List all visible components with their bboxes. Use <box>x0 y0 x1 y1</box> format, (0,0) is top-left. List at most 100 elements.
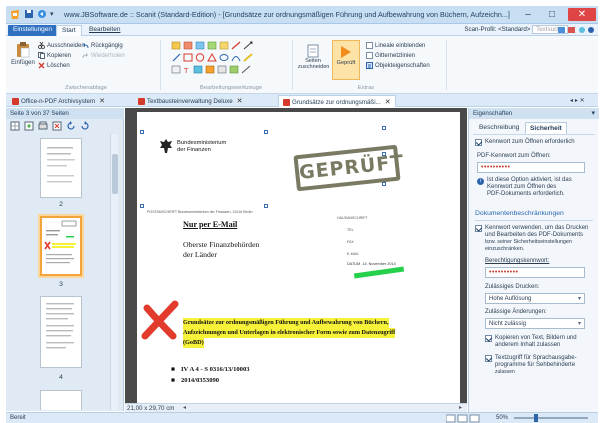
zoom-slider[interactable] <box>514 414 588 422</box>
close-tab-icon[interactable]: ✕ <box>237 98 243 105</box>
doc-tab-label: Office-n-PDF Archivsystem <box>21 98 96 105</box>
scan-profile-label: Scan-Profil: <box>464 26 497 33</box>
close-tab-icon[interactable]: ✕ <box>385 99 391 106</box>
reference-line-2: ■ 2014/0353090 <box>171 377 220 384</box>
minimize-button[interactable]: – <box>518 8 538 21</box>
screenreader-checkbox[interactable] <box>485 355 492 362</box>
selection-handle[interactable] <box>140 130 144 134</box>
thumbnail-scrollbar[interactable] <box>110 134 118 410</box>
thumbnail-panel: Seite 3 von 37 Seiten 2 3 4 <box>6 108 124 411</box>
paste-button[interactable]: Einfügen <box>10 42 36 76</box>
copy-line-2: anderem Inhalt zulassen <box>495 342 561 348</box>
redo-button[interactable]: Wiederholen <box>82 52 125 59</box>
scroll-right-icon[interactable]: ▸ <box>459 404 462 411</box>
open-password-required-label: Kennwort zum Öffnen erforderlich <box>485 139 575 145</box>
selection-handle[interactable] <box>382 182 386 186</box>
maximize-button[interactable]: □ <box>542 8 562 21</box>
date-value: 14. November 2014 <box>362 262 396 266</box>
delete-button[interactable]: Löschen <box>38 62 70 69</box>
scan-profile-value[interactable]: <Standard> <box>498 26 530 33</box>
copy-content-checkbox[interactable] <box>485 335 492 342</box>
grid-lines-toggle[interactable]: Gitternetzlinien <box>366 52 415 59</box>
thumb-scan-icon[interactable] <box>38 121 48 131</box>
scroll-left-icon[interactable]: ◂ <box>183 404 186 411</box>
recipient-line-1: Oberste Finanzbehörden <box>183 240 260 249</box>
tab-beschreibung[interactable]: Beschreibung <box>475 122 523 134</box>
view-mode-icons[interactable] <box>446 414 490 423</box>
thumb-rotate-right-icon[interactable] <box>80 121 90 131</box>
selection-handle[interactable] <box>140 204 144 208</box>
quick-access-chevron-icon[interactable]: ▾ <box>50 10 54 18</box>
reference-line-1: ■ IV A 4 - S 0316/13/10003 <box>171 366 250 373</box>
thumbnail-panel-header: Seite 3 von 37 Seiten <box>6 108 124 119</box>
info-line-3: PDF-Dokuments erforderlich. <box>487 191 565 197</box>
separator <box>446 40 447 90</box>
tab-bearbeiten[interactable]: Bearbeiten <box>84 25 125 36</box>
checked-label: Geprüft <box>336 60 356 66</box>
doc-tab-grundsaetze[interactable]: Grundsätze zur ordnungsmäßi... ✕ <box>278 95 396 107</box>
checked-stamp-button[interactable]: Geprüft <box>332 40 360 80</box>
change-select[interactable]: Nicht zulässig ▾ <box>485 318 585 329</box>
properties-panel: Eigenschaften ▾ Beschreibung Sicherheit … <box>468 108 599 412</box>
page-thumbnail-4[interactable] <box>40 296 82 368</box>
tab-start[interactable]: Start <box>56 25 82 36</box>
thumb-delete-icon[interactable] <box>52 121 62 131</box>
eagle-emblem-icon <box>159 138 173 154</box>
scan-profile: Scan-Profil: <Standard> Textsuche <box>464 25 568 34</box>
app-icon[interactable] <box>10 9 20 20</box>
zoom-slider-thumb[interactable] <box>534 414 538 422</box>
permission-password-input[interactable]: •••••••••• <box>485 267 585 278</box>
pdf-icon <box>12 97 19 105</box>
section-divider <box>475 220 593 221</box>
screenreader-line-3: zulassen <box>495 369 515 375</box>
document-page[interactable]: Bundesministerium der Finanzen GEPRÜFT P… <box>137 112 460 403</box>
tab-einstellungen[interactable]: Einstellungen <box>8 25 58 36</box>
restrictions-section-title: Dokumentenbeschränkungen <box>475 210 564 217</box>
object-properties-button[interactable]: Objekteigenschaften <box>366 62 430 69</box>
separator <box>292 40 293 90</box>
red-x-mark[interactable] <box>141 300 179 340</box>
thumb-insert-icon[interactable] <box>24 121 34 131</box>
close-button[interactable]: ✕ <box>568 8 596 21</box>
pin-icon[interactable]: ▾ <box>591 109 595 117</box>
selection-handle[interactable] <box>382 126 386 130</box>
page-thumbnail-5[interactable] <box>40 390 82 410</box>
properties-icon <box>366 62 373 69</box>
ribbon-options-icons[interactable] <box>558 25 596 35</box>
tab-sicherheit[interactable]: Sicherheit <box>525 122 567 134</box>
page-size-bar[interactable]: 21,00 x 29,70 cm ◂ ▸ <box>125 403 467 412</box>
undo-icon[interactable] <box>37 9 47 19</box>
copy-button[interactable]: Kopieren <box>38 52 71 59</box>
thumb-view-icon[interactable] <box>10 121 20 131</box>
permission-password-label: Berechtigungskennwort: <box>485 258 550 264</box>
show-ruler-toggle[interactable]: Lineale einblenden <box>366 42 425 49</box>
doc-tabs-nav[interactable]: ◂ ▸ ✕ <box>566 95 589 107</box>
doc-tab-archive[interactable]: Office-n-PDF Archivsystem ✕ <box>8 95 109 107</box>
restrict-checkbox[interactable] <box>475 225 482 232</box>
page-thumbnail-3[interactable] <box>40 216 82 276</box>
copy-line-1: Kopieren von Text, Bildern und <box>495 335 577 341</box>
print-select[interactable]: Hohe Auflösung ▾ <box>485 293 585 304</box>
selection-handle[interactable] <box>264 130 268 134</box>
open-password-input[interactable]: •••••••••• <box>477 162 585 173</box>
address-line: POSTANSCHRIFT Bundesministerium der Fina… <box>147 210 253 214</box>
annotation-tools-palette[interactable]: T <box>170 40 290 80</box>
label-email: E-MAIL <box>347 252 359 256</box>
fit-pages-button[interactable]: Seiten zuschneiden <box>298 44 329 80</box>
page-thumbnail-2[interactable] <box>40 138 82 198</box>
print-value: Hohe Auflösung <box>489 296 532 302</box>
undo-button[interactable]: Rückgängig <box>82 42 123 49</box>
ministry-name: Bundesministerium der Finanzen <box>177 140 226 154</box>
paste-icon <box>16 42 36 58</box>
cut-button[interactable]: Ausschneiden <box>38 42 85 49</box>
close-tab-icon[interactable]: ✕ <box>99 98 105 105</box>
selection-handle[interactable] <box>264 204 268 208</box>
ministry-line-1: Bundesministerium <box>177 140 227 146</box>
scrollbar-thumb[interactable] <box>112 154 118 194</box>
thumb-rotate-left-icon[interactable] <box>66 121 76 131</box>
subject-line-2: Aufzeichnungen und Unterlagen in elektro… <box>183 328 396 338</box>
doc-tab-textbausteine[interactable]: Textbausteinverwaltung Deluxe ✕ <box>134 95 247 107</box>
open-password-checkbox[interactable] <box>475 139 482 146</box>
green-marker-line[interactable] <box>353 266 405 279</box>
save-icon[interactable] <box>24 9 34 19</box>
